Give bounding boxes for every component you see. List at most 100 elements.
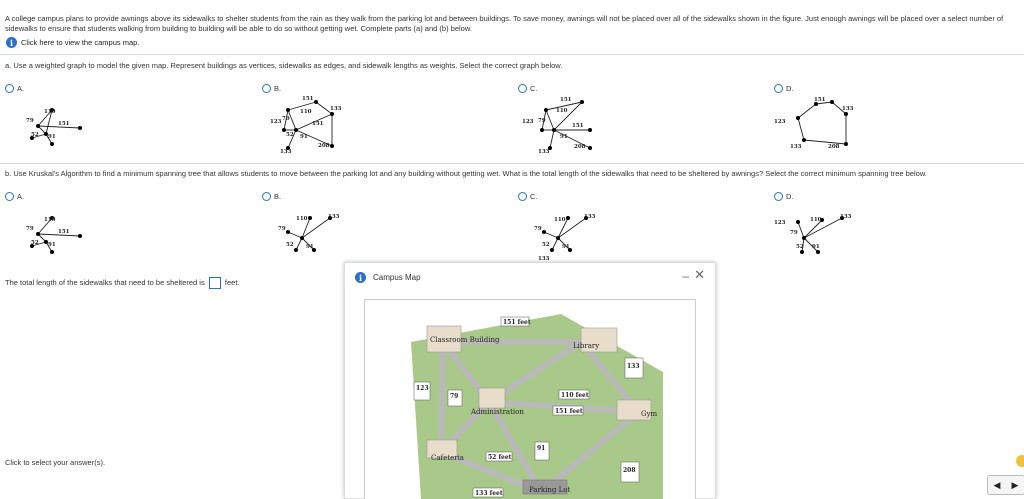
weight-label: 151 bbox=[58, 229, 70, 235]
weight-label: 133 bbox=[842, 106, 854, 112]
weight-label: 208 bbox=[318, 143, 330, 149]
weight-label: 123 bbox=[774, 119, 786, 125]
part-b-question: b. Use Kruskal's Algorithm to find a min… bbox=[5, 169, 927, 178]
campus-map-link-row[interactable]: i Click here to view the campus map. bbox=[6, 37, 139, 48]
part-b-option-a[interactable]: A. bbox=[5, 192, 24, 201]
graph-a-c: 151 110 123 79 151 91 208 133 bbox=[522, 97, 592, 155]
administration-shape bbox=[478, 387, 506, 409]
edge-tag: 52 feet bbox=[488, 454, 512, 461]
radio-button[interactable] bbox=[518, 84, 527, 93]
close-button[interactable]: ✕ bbox=[694, 267, 705, 283]
weight-label: 151 bbox=[814, 97, 826, 103]
part-b-option-c[interactable]: C. bbox=[518, 192, 538, 201]
radio-button[interactable] bbox=[262, 84, 271, 93]
part-a-option-c[interactable]: C. bbox=[518, 84, 538, 93]
part-b-option-d[interactable]: D. bbox=[774, 192, 794, 201]
part-a-option-a[interactable]: A. bbox=[5, 84, 24, 93]
weight-label: 133 bbox=[840, 214, 852, 220]
edge-tag: 123 bbox=[416, 385, 429, 392]
weight-label: 110 bbox=[554, 217, 566, 223]
pager[interactable]: ◀ ▶ bbox=[987, 475, 1024, 495]
divider bbox=[0, 54, 1024, 55]
campus-map-dialog: i Campus Map – ✕ Classroom Building Libr… bbox=[344, 262, 716, 499]
weight-label: 208 bbox=[574, 144, 586, 150]
weight-label: 133 bbox=[790, 144, 802, 150]
weight-label: 91 bbox=[562, 244, 570, 250]
weight-label: 79 bbox=[26, 226, 34, 232]
tree-b-a: 110 79 151 52 91 bbox=[26, 216, 82, 254]
weight-label: 110 bbox=[556, 108, 568, 114]
weight-label: 123 bbox=[270, 119, 282, 125]
weight-label: 151 bbox=[572, 123, 584, 129]
weight-label: 52 bbox=[31, 240, 39, 246]
graph-a-a: 110 79 151 52 91 bbox=[26, 108, 82, 146]
map-label-gym: Gym bbox=[641, 410, 658, 418]
graph-a-d: 151 133 123 208 133 bbox=[774, 97, 854, 150]
radio-button[interactable] bbox=[5, 84, 14, 93]
answer-prefix: The total length of the sidewalks that n… bbox=[5, 277, 205, 287]
weight-label: 79 bbox=[282, 116, 290, 122]
edge-tag: 79 bbox=[450, 393, 458, 400]
footer-hint: Click to select your answer(s). bbox=[5, 458, 106, 467]
weight-label: 151 bbox=[302, 96, 314, 102]
weight-label: 52 bbox=[286, 132, 294, 138]
answer-suffix: feet. bbox=[224, 277, 240, 287]
total-length-input[interactable] bbox=[208, 277, 221, 289]
next-icon[interactable]: ▶ bbox=[1012, 480, 1019, 491]
weight-label: 79 bbox=[790, 230, 798, 236]
edge-tag: 110 feet bbox=[561, 392, 589, 399]
weight-label: 91 bbox=[48, 134, 56, 140]
campus-map: Classroom Building Library Administratio… bbox=[411, 314, 663, 499]
weight-label: 110 bbox=[296, 216, 308, 222]
radio-button[interactable] bbox=[518, 192, 527, 201]
weight-label: 151 bbox=[312, 121, 324, 127]
weight-label: 91 bbox=[560, 134, 568, 140]
info-icon: i bbox=[355, 272, 366, 283]
weight-label: 91 bbox=[306, 244, 314, 250]
weight-label: 79 bbox=[278, 226, 286, 232]
dialog-title: Campus Map bbox=[373, 273, 421, 282]
radio-button[interactable] bbox=[262, 192, 271, 201]
divider bbox=[0, 163, 1024, 164]
weight-label: 133 bbox=[584, 214, 596, 220]
map-label-library: Library bbox=[573, 342, 599, 350]
edge-tag: 91 bbox=[537, 445, 545, 452]
weight-label: 52 bbox=[286, 242, 294, 248]
weight-label: 133 bbox=[328, 214, 340, 220]
weight-label: 79 bbox=[26, 118, 34, 124]
map-frame: Classroom Building Library Administratio… bbox=[364, 299, 696, 499]
radio-button[interactable] bbox=[774, 84, 783, 93]
edge-tag: 133 feet bbox=[475, 490, 503, 497]
weight-label: 91 bbox=[300, 134, 308, 140]
part-b-option-b[interactable]: B. bbox=[262, 192, 281, 201]
campus-map-link[interactable]: Click here to view the campus map. bbox=[21, 38, 139, 47]
weight-label: 133 bbox=[538, 149, 550, 155]
part-a-question: a. Use a weighted graph to model the giv… bbox=[5, 61, 563, 70]
weight-label: 79 bbox=[538, 118, 546, 124]
answer-row: The total length of the sidewalks that n… bbox=[5, 277, 240, 289]
weight-label: 133 bbox=[330, 106, 342, 112]
edge-tag: 133 bbox=[627, 363, 640, 370]
prev-icon[interactable]: ◀ bbox=[994, 480, 1001, 491]
weight-label: 91 bbox=[812, 244, 820, 250]
weight-label: 110 bbox=[44, 217, 56, 223]
problem-intro: A college campus plans to provide awning… bbox=[5, 14, 1004, 33]
part-a-option-d[interactable]: D. bbox=[774, 84, 794, 93]
graph-a-b: 151 133 110 123 79 151 52 91 208 133 bbox=[270, 96, 342, 155]
map-label-classroom: Classroom Building bbox=[430, 336, 500, 344]
minimize-button[interactable]: – bbox=[682, 269, 689, 283]
help-icon[interactable] bbox=[1016, 455, 1024, 467]
part-a-option-b[interactable]: B. bbox=[262, 84, 281, 93]
map-label-administration: Administration bbox=[470, 408, 524, 416]
tree-b-c: 110 133 79 52 91 133 bbox=[534, 214, 596, 262]
info-icon: i bbox=[6, 37, 17, 48]
weight-label: 123 bbox=[522, 119, 534, 125]
weight-label: 110 bbox=[44, 109, 56, 115]
radio-button[interactable] bbox=[774, 192, 783, 201]
tree-b-d: 123 110 133 79 52 91 bbox=[774, 214, 852, 254]
weight-label: 133 bbox=[280, 149, 292, 155]
weight-label: 151 bbox=[58, 121, 70, 127]
radio-button[interactable] bbox=[5, 192, 14, 201]
weight-label: 123 bbox=[774, 220, 786, 226]
weight-label: 110 bbox=[300, 109, 312, 115]
